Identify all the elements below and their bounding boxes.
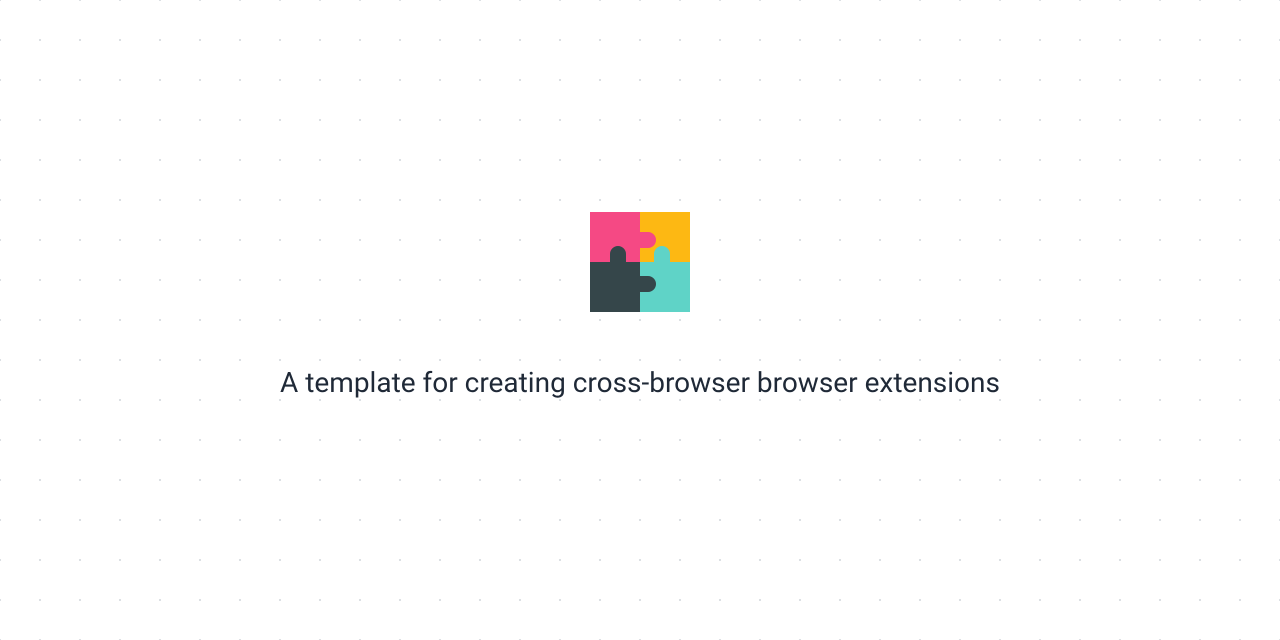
tagline: A template for creating cross-browser br… <box>280 366 1000 399</box>
hero-content: A template for creating cross-browser br… <box>280 212 1000 399</box>
puzzle-icon <box>590 212 690 312</box>
